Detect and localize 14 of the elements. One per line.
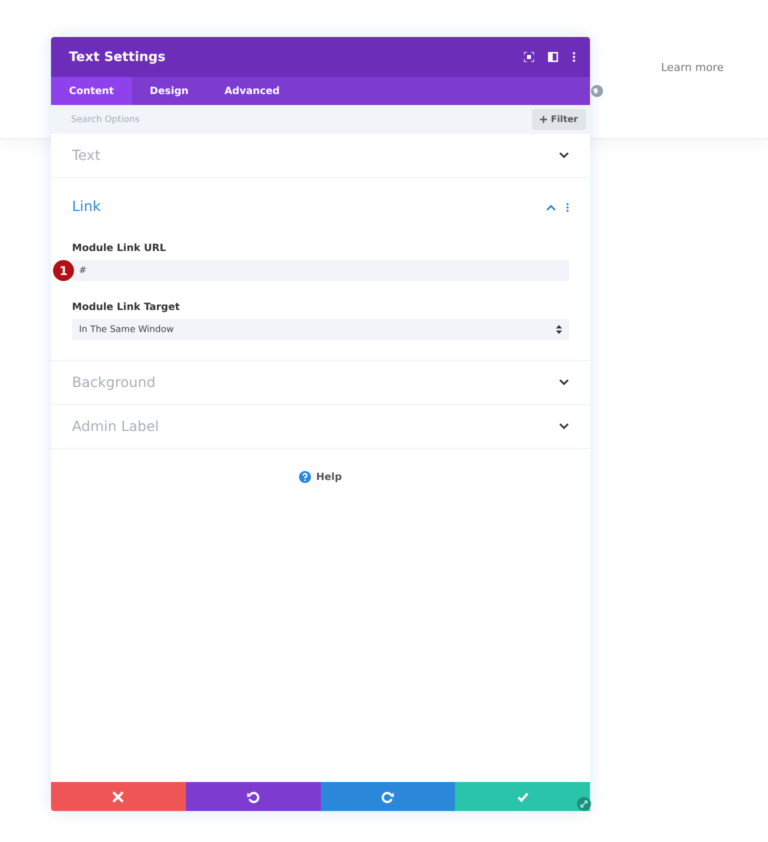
step-marker: 1 [53,260,74,281]
settings-tab[interactable]: Content [51,77,132,105]
filter-button[interactable]: Filter [532,109,586,130]
search-field[interactable]: Search Options [51,105,528,134]
section-title[interactable]: Link [72,199,546,215]
help-button[interactable]: Help [293,470,348,484]
settings-tab[interactable]: Design [132,77,207,105]
field-label: Module Link Target [72,302,180,313]
target-dropdown[interactable]: In The Same Window [72,319,569,340]
learn-more-link[interactable]: Learn more [661,61,724,74]
modal-title: Text Settings [69,50,166,64]
settings-tab[interactable]: Advanced [206,77,298,105]
url-field[interactable]: # [72,260,569,281]
field-label: Module Link URL [72,243,166,254]
